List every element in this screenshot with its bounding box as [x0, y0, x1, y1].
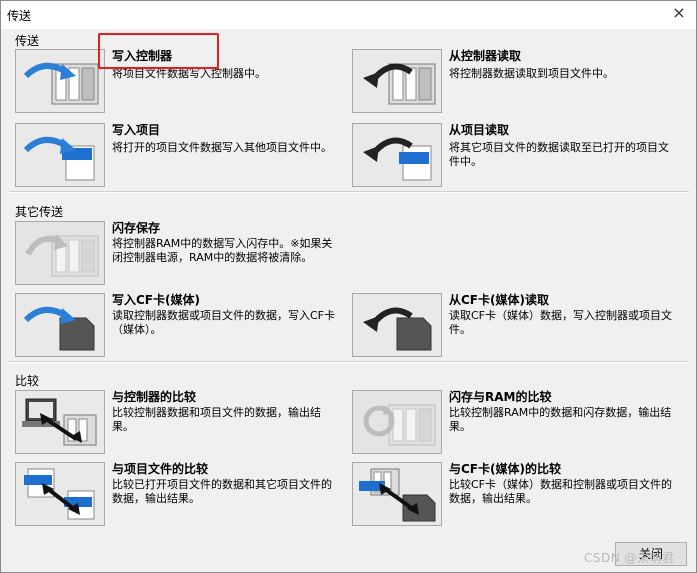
read-from-project-title: 从项目读取: [449, 123, 510, 137]
flash-save-title: 闪存保存: [112, 221, 161, 235]
read-cf-card-title: 从CF卡(媒体)读取: [449, 293, 549, 307]
read-from-controller-icon[interactable]: [352, 49, 442, 113]
compare-controller-title: 与控制器的比较: [112, 390, 197, 404]
compare-controller-desc: 比较控制器数据和项目文件的数据，输出结果。: [112, 406, 321, 433]
write-cf-card-icon[interactable]: [15, 293, 105, 357]
read-from-controller-desc: 将控制器数据读取到项目文件中。: [449, 67, 614, 80]
read-cf-card-icon[interactable]: [352, 293, 442, 357]
watermark: CSDN @未萌君: [584, 551, 675, 565]
compare-cf-card-icon[interactable]: [352, 462, 442, 526]
flash-save-desc: 将控制器RAM中的数据写入闪存中。※如果关闭控制器电源，RAM中的数据将被清除。: [112, 237, 333, 264]
read-from-controller-title: 从控制器读取: [449, 49, 522, 63]
compare-flash-ram-desc: 比较控制器RAM中的数据和闪存数据，输出结果。: [449, 406, 672, 433]
read-cf-card-desc: 读取CF卡（媒体）数据，写入控制器或项目文件。: [449, 309, 673, 336]
group-label-compare: 比较: [15, 374, 40, 388]
compare-cf-card-title: 与CF卡(媒体)的比较: [449, 462, 561, 476]
write-to-project-title: 写入项目: [112, 123, 161, 137]
flash-save-icon[interactable]: [15, 221, 105, 285]
compare-project-desc: 比较已打开项目文件的数据和其它项目文件的数据，输出结果。: [112, 478, 332, 505]
write-cf-card-title: 写入CF卡(媒体): [112, 293, 200, 307]
highlight-box: [98, 33, 219, 69]
title-bar: 传送 ×: [1, 1, 696, 29]
write-to-project-icon[interactable]: [15, 123, 105, 187]
compare-project-icon[interactable]: [15, 462, 105, 526]
compare-project-title: 与项目文件的比较: [112, 462, 209, 476]
compare-controller-icon[interactable]: [15, 390, 105, 454]
write-cf-card-desc: 读取控制器数据或项目文件的数据，写入CF卡（媒体）。: [112, 309, 336, 336]
compare-flash-ram-icon[interactable]: [352, 390, 442, 454]
read-from-project-desc: 将其它项目文件的数据读取至已打开的项目文件中。: [449, 141, 669, 168]
write-to-project-desc: 将打开的项目文件数据写入其他项目文件中。: [112, 141, 332, 154]
read-from-project-icon[interactable]: [352, 123, 442, 187]
group-label-transfer: 传送: [15, 34, 40, 48]
window-title: 传送: [7, 9, 32, 23]
close-icon[interactable]: ×: [670, 4, 688, 22]
write-to-controller-icon[interactable]: [15, 49, 105, 113]
transfer-dialog: 传送 × 传送 写入控制器 将项目文件数据写入控制器中。 从控制器读取 将控制器…: [0, 0, 697, 573]
compare-cf-card-desc: 比较CF卡（媒体）数据和控制器或项目文件的数据，输出结果。: [449, 478, 673, 505]
compare-flash-ram-title: 闪存与RAM的比较: [449, 390, 552, 404]
write-to-controller-desc: 将项目文件数据写入控制器中。: [112, 67, 266, 80]
group-label-other-transfer: 其它传送: [15, 205, 64, 219]
